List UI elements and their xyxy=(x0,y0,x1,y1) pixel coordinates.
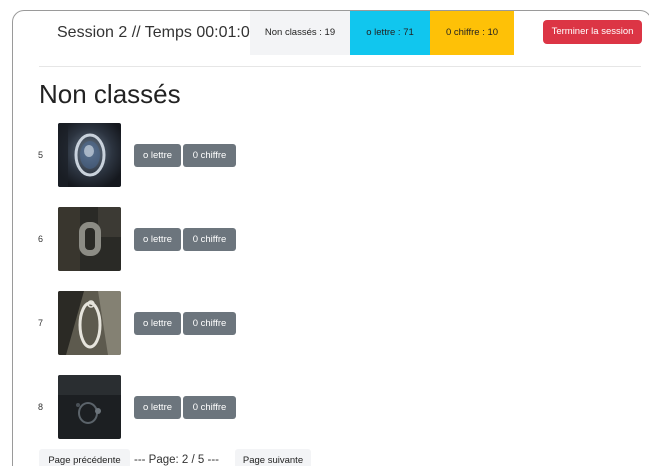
list-item: 5 o lettre 0 chiffre xyxy=(13,123,649,187)
list-item: 6 o lettre 0 chiffre xyxy=(13,207,649,271)
item-index: 8 xyxy=(38,402,44,412)
character-image xyxy=(58,207,121,271)
page-title: Non classés xyxy=(39,79,181,109)
list-item: 8 o lettre 0 chiffre xyxy=(13,375,649,439)
character-image xyxy=(58,291,121,355)
classify-zero-digit-button[interactable]: 0 chiffre xyxy=(183,312,236,335)
end-session-button[interactable]: Terminer la session xyxy=(543,20,642,44)
classify-o-letter-button[interactable]: o lettre xyxy=(134,144,181,167)
character-image xyxy=(58,123,121,187)
classify-zero-digit-button[interactable]: 0 chiffre xyxy=(183,396,236,419)
list-item: 7 o lettre 0 chiffre xyxy=(13,291,649,355)
next-page-button[interactable]: Page suivante xyxy=(235,449,311,466)
item-index: 5 xyxy=(38,150,44,160)
top-bar: Session 2 // Temps 00:01:00 Non classés … xyxy=(13,11,649,57)
classify-o-letter-button[interactable]: o lettre xyxy=(134,312,181,335)
classify-zero-digit-button[interactable]: 0 chiffre xyxy=(183,144,236,167)
item-index: 7 xyxy=(38,318,44,328)
header-divider xyxy=(39,66,641,67)
classify-o-letter-button[interactable]: o lettre xyxy=(134,228,181,251)
zero-digit-count: 0 chiffre : 10 xyxy=(430,11,514,55)
page-indicator: --- Page: 2 / 5 --- xyxy=(134,454,219,466)
session-title: Session 2 // Temps 00:01:00 xyxy=(57,24,259,41)
previous-page-button[interactable]: Page précédente xyxy=(39,449,130,466)
classify-zero-digit-button[interactable]: 0 chiffre xyxy=(183,228,236,251)
unclassified-count: Non classés : 19 xyxy=(250,11,350,55)
app-frame: Session 2 // Temps 00:01:00 Non classés … xyxy=(12,10,649,466)
classify-o-letter-button[interactable]: o lettre xyxy=(134,396,181,419)
item-index: 6 xyxy=(38,234,44,244)
character-image xyxy=(58,375,121,439)
o-letter-count: o lettre : 71 xyxy=(350,11,430,55)
